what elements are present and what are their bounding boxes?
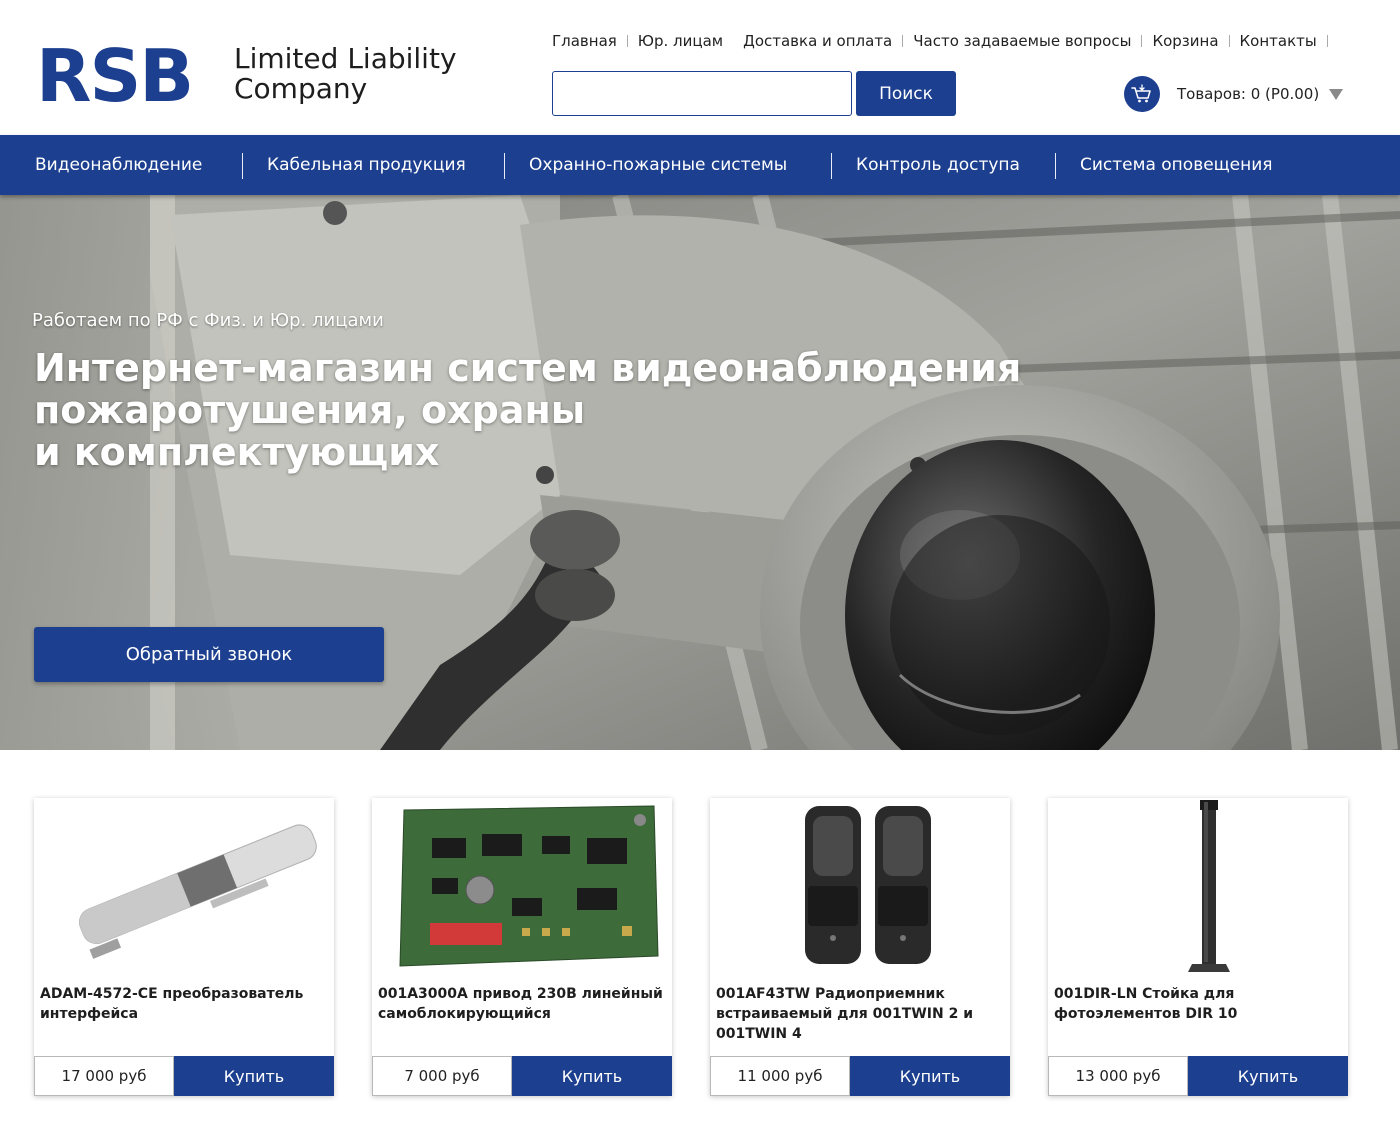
hero-subtitle: Работаем по РФ с Физ. и Юр. лицами <box>32 310 384 331</box>
search-input[interactable] <box>552 71 852 116</box>
logo-line-1: Limited Liability <box>234 42 457 75</box>
product-card[interactable]: ADAM-4572-CE преобразователь интерфейса … <box>34 798 334 1096</box>
category-nav: Видеонаблюдение Кабельная продукция Охра… <box>0 135 1400 195</box>
product-card[interactable]: 001AF43TW Радиоприемник встраиваемый для… <box>710 798 1010 1096</box>
product-price: 17 000 руб <box>34 1056 174 1096</box>
cart-summary[interactable]: Товаров: 0 (Р0.00) <box>1124 76 1344 112</box>
product-card[interactable]: 001A3000A привод 230В линейный самоблоки… <box>372 798 672 1096</box>
logo-line-2: Company <box>234 72 368 105</box>
top-link-contacts[interactable]: Контакты <box>1230 32 1328 50</box>
nav-item-video-surveillance[interactable]: Видеонаблюдение <box>35 135 202 195</box>
product-grid: ADAM-4572-CE преобразователь интерфейса … <box>0 750 1400 1134</box>
hero-title: Интернет-магазин систем видеонаблюдения … <box>34 347 1094 473</box>
nav-separator <box>831 153 832 179</box>
chevron-down-icon[interactable] <box>1329 88 1344 100</box>
product-title[interactable]: 001AF43TW Радиоприемник встраиваемый для… <box>716 984 1008 1044</box>
logo-mark[interactable]: RSB <box>36 38 194 114</box>
top-link-cart[interactable]: Корзина <box>1142 32 1230 50</box>
product-image[interactable] <box>710 798 1010 978</box>
buy-button[interactable]: Купить <box>1188 1056 1348 1096</box>
hero-title-line-3: и комплектующих <box>34 430 440 474</box>
product-image[interactable] <box>1048 798 1348 978</box>
nav-item-access-control[interactable]: Контроль доступа <box>856 135 1020 195</box>
buy-button[interactable]: Купить <box>512 1056 672 1096</box>
callback-button[interactable]: Обратный звонок <box>34 627 384 682</box>
shopping-cart-icon[interactable] <box>1124 76 1160 112</box>
nav-separator <box>242 153 243 179</box>
product-image[interactable] <box>372 798 672 978</box>
logo-company-name[interactable]: Limited Liability Company <box>234 44 494 104</box>
product-price: 7 000 руб <box>372 1056 512 1096</box>
nav-item-cable-products[interactable]: Кабельная продукция <box>267 135 466 195</box>
top-link-faq[interactable]: Часто задаваемые вопросы <box>903 32 1143 50</box>
nav-separator <box>504 153 505 179</box>
site-header: RSB Limited Liability Company Главная Юр… <box>0 0 1400 135</box>
product-price: 11 000 руб <box>710 1056 850 1096</box>
hero-banner: Работаем по РФ с Физ. и Юр. лицами Интер… <box>0 195 1400 750</box>
top-links: Главная Юр. лицам Доставка и оплата Част… <box>552 30 1328 52</box>
link-separator <box>1326 35 1328 47</box>
hero-title-line-2: пожаротушения, охраны <box>34 388 586 432</box>
product-title[interactable]: ADAM-4572-CE преобразователь интерфейса <box>40 984 332 1024</box>
top-link-delivery[interactable]: Доставка и оплата <box>733 32 904 50</box>
nav-separator <box>1055 153 1056 179</box>
cart-count-label: Товаров: 0 (Р0.00) <box>1177 85 1320 103</box>
product-title[interactable]: 001A3000A привод 230В линейный самоблоки… <box>378 984 670 1024</box>
nav-item-fire-security[interactable]: Охранно-пожарные системы <box>529 135 787 195</box>
buy-button[interactable]: Купить <box>174 1056 334 1096</box>
top-link-legal[interactable]: Юр. лицам <box>628 32 733 50</box>
product-title[interactable]: 001DIR-LN Стойка для фотоэлементов DIR 1… <box>1054 984 1346 1024</box>
product-card[interactable]: 001DIR-LN Стойка для фотоэлементов DIR 1… <box>1048 798 1348 1096</box>
product-image[interactable] <box>34 798 334 978</box>
buy-button[interactable]: Купить <box>850 1056 1010 1096</box>
hero-title-line-1: Интернет-магазин систем видеонаблюдения <box>34 346 1022 390</box>
product-price: 13 000 руб <box>1048 1056 1188 1096</box>
search-button[interactable]: Поиск <box>856 71 956 116</box>
nav-item-notification-system[interactable]: Система оповещения <box>1080 135 1273 195</box>
top-link-home[interactable]: Главная <box>552 32 628 50</box>
